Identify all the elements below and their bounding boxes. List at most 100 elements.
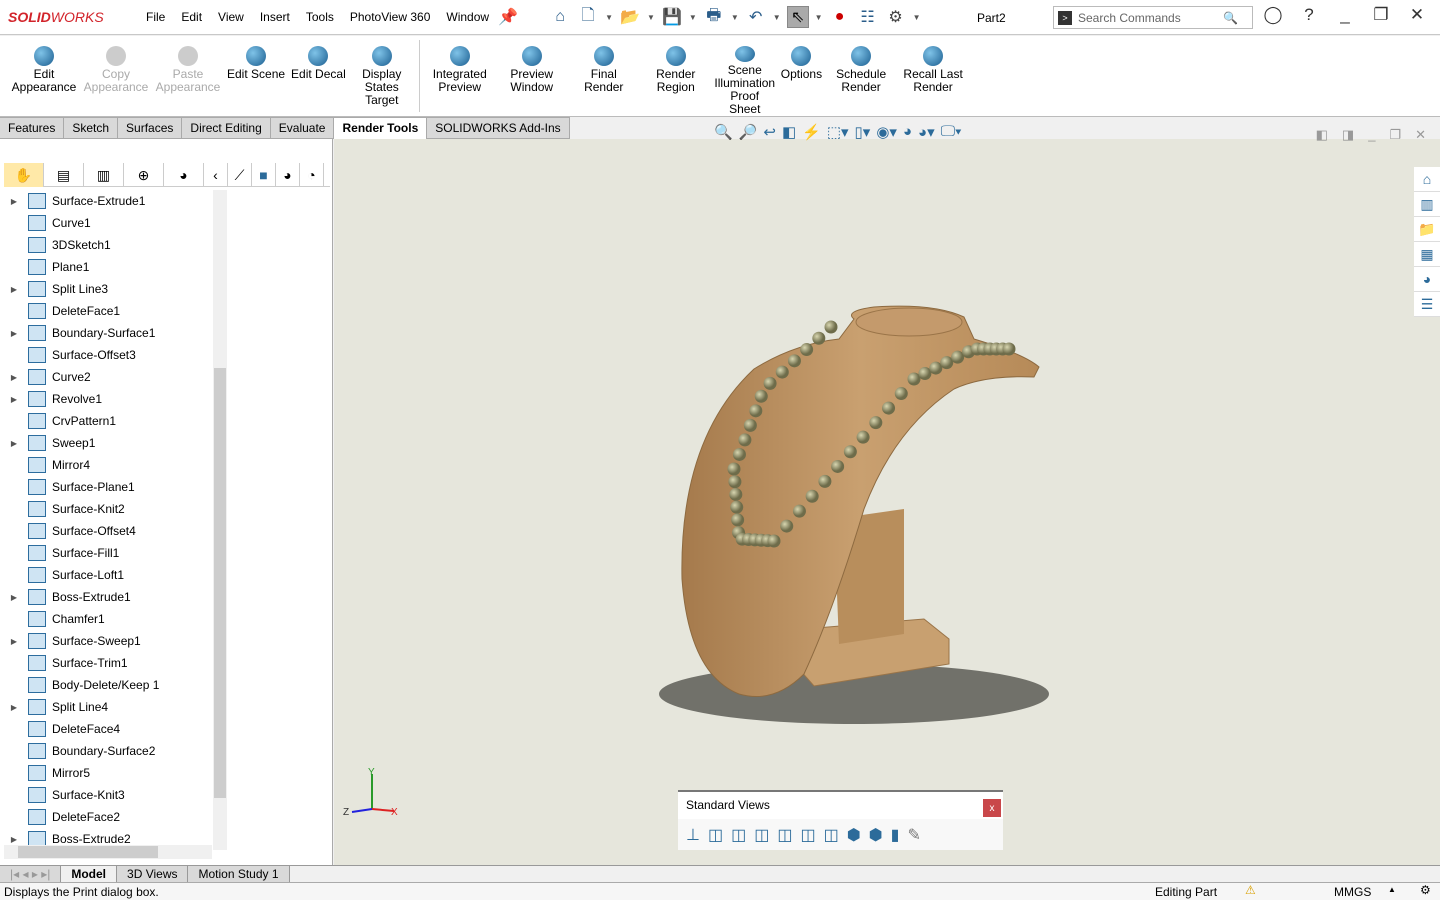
standard-views-close-button[interactable]: x xyxy=(983,799,1001,817)
restore-button[interactable]: ❐ xyxy=(1370,5,1392,25)
expand-arrow-icon[interactable]: ▶ xyxy=(0,703,28,712)
front-view-icon[interactable]: ◫ xyxy=(708,825,723,845)
gear-icon[interactable]: ⚙ xyxy=(885,6,907,28)
expand-arrow-icon[interactable]: ▶ xyxy=(0,439,28,448)
select-cursor-icon[interactable]: ⇖ xyxy=(786,6,809,28)
view-selector-icon[interactable]: ✎ xyxy=(907,825,920,845)
tree-item[interactable]: ▶ Curve2 xyxy=(0,366,212,388)
dimxpert-manager-tab[interactable]: ⊕ xyxy=(124,163,164,187)
ribbon-copy-appearance-button[interactable]: Copy Appearance xyxy=(80,36,152,116)
tree-item[interactable]: ▶ Boss-Extrude1 xyxy=(0,586,212,608)
solidworks-logo[interactable]: SOLIDWORKS xyxy=(8,9,138,25)
new-document-icon[interactable]: 🗋 xyxy=(577,6,599,28)
tree-item[interactable]: Mirror5 xyxy=(0,762,212,784)
trimetric-view-icon[interactable]: ⬢ xyxy=(869,825,883,845)
help-icon[interactable]: ? xyxy=(1298,5,1320,25)
tree-item[interactable]: Surface-Fill1 xyxy=(0,542,212,564)
isometric-view-icon[interactable]: ⬢ xyxy=(847,825,861,845)
ribbon-final-render-button[interactable]: Final Render xyxy=(568,36,640,116)
home-icon[interactable]: ⌂ xyxy=(549,6,571,28)
ribbon-recall-last-render-button[interactable]: Recall Last Render xyxy=(897,36,969,116)
save-icon[interactable]: 💾 xyxy=(661,6,683,28)
left-view-icon[interactable]: ◫ xyxy=(754,825,769,845)
chevron-down-icon[interactable]: ▼ xyxy=(647,13,655,22)
tree-item[interactable]: Body-Delete/Keep 1 xyxy=(0,674,212,696)
property-manager-tab[interactable]: ▤ xyxy=(44,163,84,187)
ribbon-edit-appearance-button[interactable]: Edit Appearance xyxy=(8,36,80,116)
ribbon-scene-illumination-proof-sheet-button[interactable]: Scene Illumination Proof Sheet xyxy=(712,36,778,116)
tree-item[interactable]: Boundary-Surface2 xyxy=(0,740,212,762)
units-selector[interactable]: MMGS xyxy=(1334,885,1371,899)
rebuild-warning-icon[interactable]: ⚠ xyxy=(1245,883,1256,897)
feature-manager-tab[interactable]: ✋ xyxy=(4,163,44,187)
tree-item[interactable]: ▶ Surface-Sweep1 xyxy=(0,630,212,652)
tree-item[interactable]: ▶ Split Line4 xyxy=(0,696,212,718)
ribbon-render-region-button[interactable]: Render Region xyxy=(640,36,712,116)
tree-item[interactable]: DeleteFace1 xyxy=(0,300,212,322)
extra-tab-icon[interactable]: ⟋ xyxy=(228,163,252,187)
menu-tools[interactable]: Tools xyxy=(298,10,342,24)
tab-solidworks-add-ins[interactable]: SOLIDWORKS Add-Ins xyxy=(427,117,570,139)
expand-arrow-icon[interactable]: ▶ xyxy=(0,285,28,294)
tree-item[interactable]: DeleteFace4 xyxy=(0,718,212,740)
user-account-icon[interactable]: ◯ xyxy=(1262,5,1284,25)
menu-insert[interactable]: Insert xyxy=(252,10,298,24)
extra-tab-icon[interactable]: ■ xyxy=(252,163,276,187)
ribbon-schedule-render-button[interactable]: Schedule Render xyxy=(825,36,897,116)
tree-item[interactable]: Mirror4 xyxy=(0,454,212,476)
menu-edit[interactable]: Edit xyxy=(173,10,210,24)
units-chevron-up-icon[interactable]: ▲ xyxy=(1388,885,1396,894)
ribbon-integrated-preview-button[interactable]: Integrated Preview xyxy=(424,36,496,116)
chevron-down-icon[interactable]: ▼ xyxy=(689,13,697,22)
tree-item[interactable]: Surface-Trim1 xyxy=(0,652,212,674)
expand-arrow-icon[interactable]: ▶ xyxy=(0,395,28,404)
tree-item[interactable]: CrvPattern1 xyxy=(0,410,212,432)
tree-item[interactable]: Surface-Offset4 xyxy=(0,520,212,542)
close-button[interactable]: ✕ xyxy=(1406,5,1428,25)
tab-motion-study-1[interactable]: Motion Study 1 xyxy=(188,866,290,882)
menu-file[interactable]: File xyxy=(138,10,173,24)
tree-item[interactable]: Surface-Knit3 xyxy=(0,784,212,806)
tree-item[interactable]: ▶ Split Line3 xyxy=(0,278,212,300)
expand-arrow-icon[interactable]: ▶ xyxy=(0,373,28,382)
ribbon-options-button[interactable]: Options xyxy=(778,36,825,116)
tree-item[interactable]: Chamfer1 xyxy=(0,608,212,630)
tree-item[interactable]: ▶ Revolve1 xyxy=(0,388,212,410)
expand-arrow-icon[interactable]: ▶ xyxy=(0,329,28,338)
minimize-button[interactable]: _ xyxy=(1334,5,1356,25)
expand-arrow-icon[interactable]: ▶ xyxy=(0,593,28,602)
menu-photoview-360[interactable]: PhotoView 360 xyxy=(342,10,439,24)
dimetric-view-icon[interactable]: ▮ xyxy=(891,825,900,845)
tree-item[interactable]: Surface-Offset3 xyxy=(0,344,212,366)
right-view-icon[interactable]: ◫ xyxy=(777,825,792,845)
extra-tab-icon[interactable]: ◕ xyxy=(276,163,300,187)
collapse-tabs-icon[interactable]: ‹ xyxy=(204,163,228,187)
ribbon-edit-decal-button[interactable]: Edit Decal xyxy=(288,36,349,116)
tree-item[interactable]: Surface-Knit2 xyxy=(0,498,212,520)
pin-icon[interactable]: 📌 xyxy=(497,6,519,28)
tab-features[interactable]: Features xyxy=(0,117,65,139)
rebuild-traffic-light-icon[interactable]: ● xyxy=(829,6,851,28)
customize-icon[interactable]: ⚙ xyxy=(1420,883,1431,897)
expand-arrow-icon[interactable]: ▶ xyxy=(0,637,28,646)
tree-item[interactable]: ▶ Boundary-Surface1 xyxy=(0,322,212,344)
tab-sketch[interactable]: Sketch xyxy=(64,117,119,139)
configuration-manager-tab[interactable]: ▥ xyxy=(84,163,124,187)
expand-arrow-icon[interactable]: ▶ xyxy=(0,835,28,844)
chevron-down-icon[interactable]: ▼ xyxy=(731,13,739,22)
tab-render-tools[interactable]: Render Tools xyxy=(334,117,428,139)
tree-item[interactable]: Plane1 xyxy=(0,256,212,278)
search-commands-input[interactable]: > Search Commands 🔍 xyxy=(1053,6,1253,29)
normal-to-icon[interactable]: ⊥ xyxy=(686,825,700,845)
top-view-icon[interactable]: ◫ xyxy=(800,825,815,845)
tree-horizontal-scrollbar[interactable] xyxy=(4,845,212,859)
chevron-down-icon[interactable]: ▼ xyxy=(605,13,613,22)
search-icon[interactable]: 🔍 xyxy=(1223,11,1238,25)
tree-item[interactable]: Surface-Plane1 xyxy=(0,476,212,498)
tree-item[interactable]: ▶ Sweep1 xyxy=(0,432,212,454)
tree-item[interactable]: ▶ Surface-Extrude1 xyxy=(0,190,212,212)
menu-view[interactable]: View xyxy=(210,10,252,24)
bottom-view-icon[interactable]: ◫ xyxy=(824,825,839,845)
menu-window[interactable]: Window xyxy=(438,10,497,24)
graphics-viewport[interactable]: 🔍 🔎 ↩ ◧ ⚡ ⬚▾ ▯▾ ◉▾ ◕ ◕▾ 🖵▾ ◧ ◨ _ ❐ ✕ ⌂ ▥… xyxy=(334,123,1440,865)
